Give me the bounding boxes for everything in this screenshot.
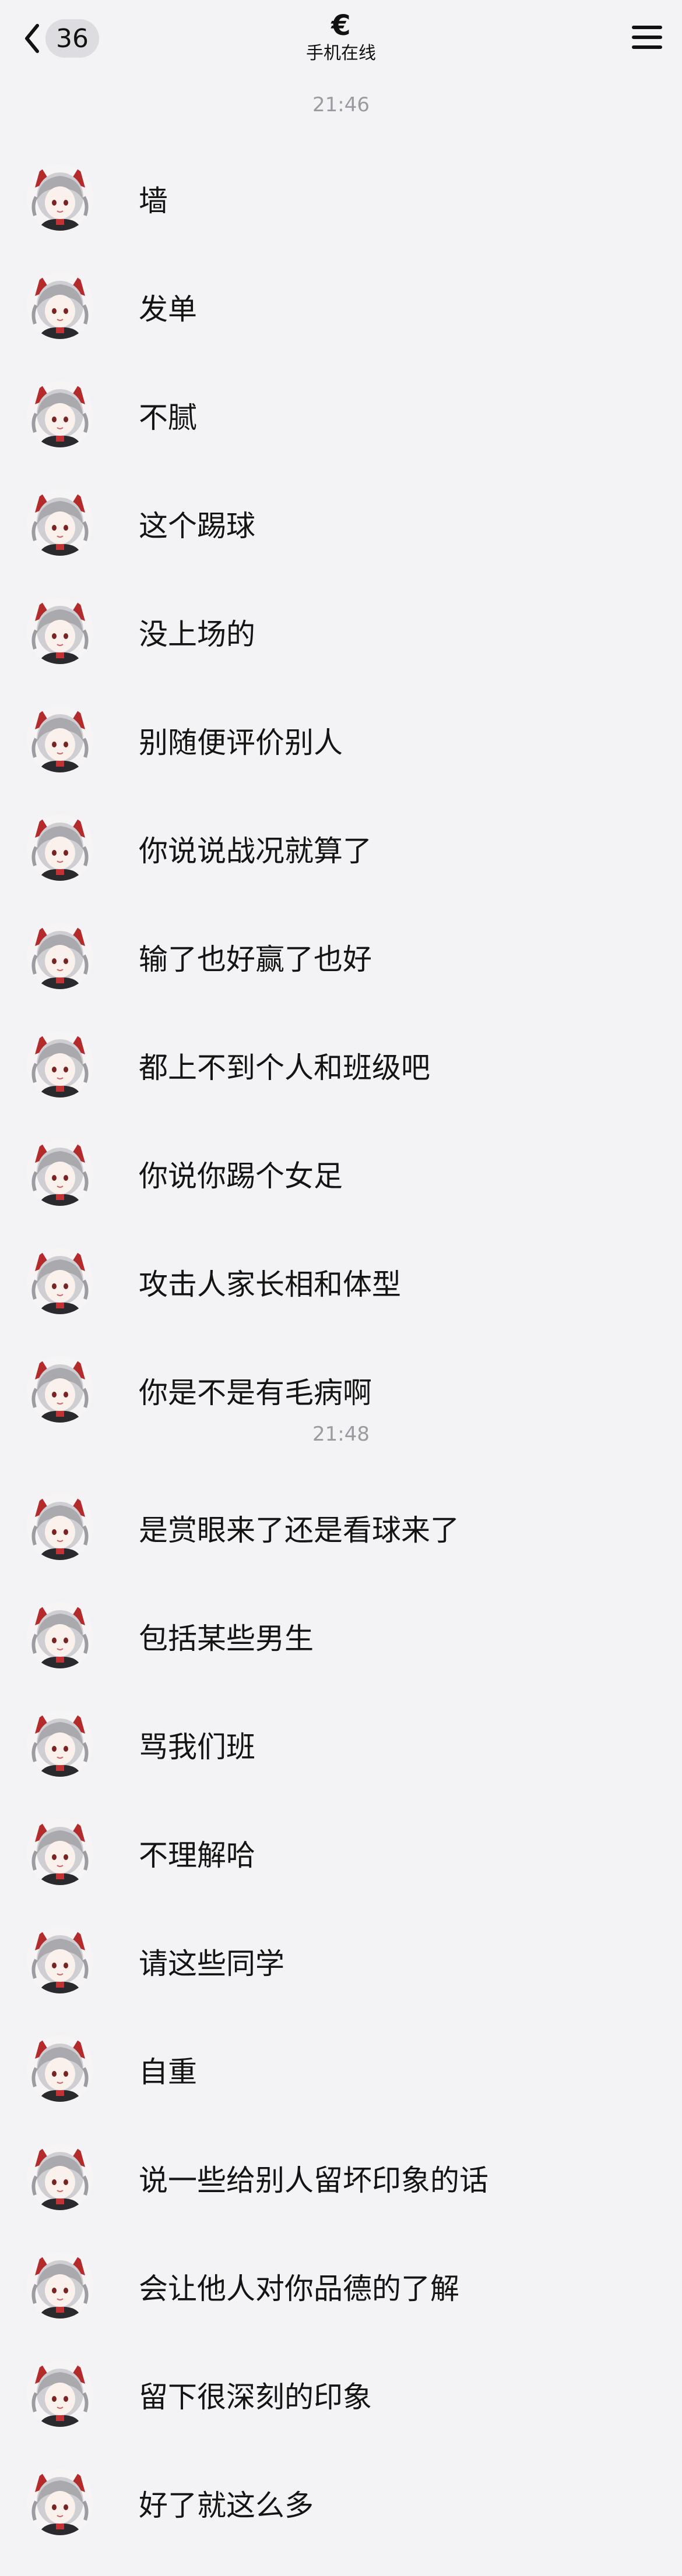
message-text[interactable]: 你说你踢个女足 [139,1159,343,1194]
timestamp: 21:46 [312,93,370,117]
avatar-image [27,598,93,664]
message-row: 墙 [0,134,682,242]
message-row: 留下很深刻的印象 [0,2330,682,2439]
message-text[interactable]: 输了也好赢了也好 [139,942,372,977]
message-row: 攻击人家长相和体型 [0,1218,682,1326]
message-text[interactable]: 没上场的 [139,617,255,652]
message-text[interactable]: 这个踢球 [139,509,255,544]
avatar[interactable] [27,1927,93,1993]
message-row: 好了就这么多 [0,2439,682,2547]
message-text[interactable]: 留下很深刻的印象 [139,2380,372,2415]
avatar-image [27,1031,93,1098]
online-status: 手机在线 [306,43,376,63]
avatar[interactable] [27,2360,93,2427]
avatar[interactable] [27,598,93,664]
avatar-image [27,2035,93,2102]
avatar-image [27,814,93,881]
avatar-image [27,2469,93,2535]
message-text[interactable]: 自重 [139,2055,197,2090]
back-button[interactable]: 36 [22,16,99,61]
message-row: 包括某些男生 [0,1572,682,1680]
message-row: 会让他人对你品德的了解 [0,2222,682,2330]
avatar[interactable] [27,164,93,231]
chevron-left-icon [25,24,39,53]
avatar-image [27,2144,93,2210]
message-row: 这个踢球 [0,459,682,567]
avatar[interactable] [27,814,93,881]
message-row: 说一些给别人留坏印象的话 [0,2113,682,2222]
avatar[interactable] [27,1031,93,1098]
avatar[interactable] [27,1602,93,1668]
message-text[interactable]: 包括某些男生 [139,1621,314,1656]
avatar-image [27,1139,93,1206]
avatar-image [27,489,93,556]
avatar[interactable] [27,1248,93,1314]
avatar-image [27,1927,93,1993]
message-text[interactable]: 你是不是有毛病啊 [139,1375,372,1410]
message-text[interactable]: 发单 [139,292,197,327]
avatar-image [27,1710,93,1777]
message-row: 发单 [0,242,682,351]
message-text[interactable]: 请这些同学 [139,1946,284,1981]
message-row: 不腻 [0,351,682,459]
avatar[interactable] [27,381,93,447]
avatar[interactable] [27,923,93,989]
avatar[interactable] [27,1819,93,1885]
message-row: 骂我们班 [0,1680,682,1788]
message-row: 别随便评价别人 [0,676,682,784]
chat-title-block: € 手机在线 [224,9,458,65]
message-row: 你说说战况就算了 [0,784,682,892]
message-text[interactable]: 好了就这么多 [139,2488,314,2523]
avatar[interactable] [27,489,93,556]
avatar[interactable] [27,1139,93,1206]
message-text[interactable]: 都上不到个人和班级吧 [139,1050,430,1085]
message-text[interactable]: 说一些给别人留坏印象的话 [139,2163,488,2198]
avatar-image [27,1494,93,1560]
message-row: 自重 [0,2005,682,2113]
avatar-image [27,1602,93,1668]
message-row: 没上场的 [0,567,682,676]
message-text[interactable]: 攻击人家长相和体型 [139,1267,401,1302]
avatar[interactable] [27,1356,93,1423]
avatar-image [27,381,93,447]
message-row: 不理解哈 [0,1788,682,1897]
avatar[interactable] [27,1494,93,1560]
message-text[interactable]: 别随便评价别人 [139,725,343,760]
unread-count-badge: 36 [45,19,99,58]
message-row: 是赏眼来了还是看球来了 [0,1463,682,1572]
avatar-image [27,2360,93,2427]
avatar-image [27,1248,93,1314]
top-bar: 36 € 手机在线 [0,0,682,76]
avatar[interactable] [27,273,93,339]
message-text[interactable]: 是赏眼来了还是看球来了 [139,1513,459,1548]
message-text[interactable]: 不理解哈 [139,1838,255,1873]
message-row: 都上不到个人和班级吧 [0,1001,682,1109]
message-row: 你说你踢个女足 [0,1109,682,1218]
avatar[interactable] [27,2252,93,2319]
message-row: 请这些同学 [0,1897,682,2005]
message-row: 你是不是有毛病啊 [0,1326,682,1434]
avatar[interactable] [27,1710,93,1777]
menu-icon[interactable] [628,19,666,56]
avatar[interactable] [27,706,93,772]
message-text[interactable]: 墙 [139,184,168,218]
message-text[interactable]: 你说说战况就算了 [139,834,372,869]
avatar-image [27,1819,93,1885]
avatar-image [27,164,93,231]
message-text[interactable]: 骂我们班 [139,1730,255,1765]
avatar-image [27,1356,93,1423]
message-text[interactable]: 会让他人对你品德的了解 [139,2271,459,2306]
message-row: 输了也好赢了也好 [0,892,682,1001]
avatar-image [27,2252,93,2319]
avatar[interactable] [27,2144,93,2210]
avatar-image [27,923,93,989]
avatar-image [27,273,93,339]
message-text[interactable]: 不腻 [139,400,197,435]
avatar[interactable] [27,2469,93,2535]
contact-name: € [331,9,351,42]
message-list: 21:46 墙 发单 不腻 这个踢球 没上场的 别随便评价别人 你说说战况就算了… [0,76,682,2547]
avatar-image [27,706,93,772]
avatar[interactable] [27,2035,93,2102]
